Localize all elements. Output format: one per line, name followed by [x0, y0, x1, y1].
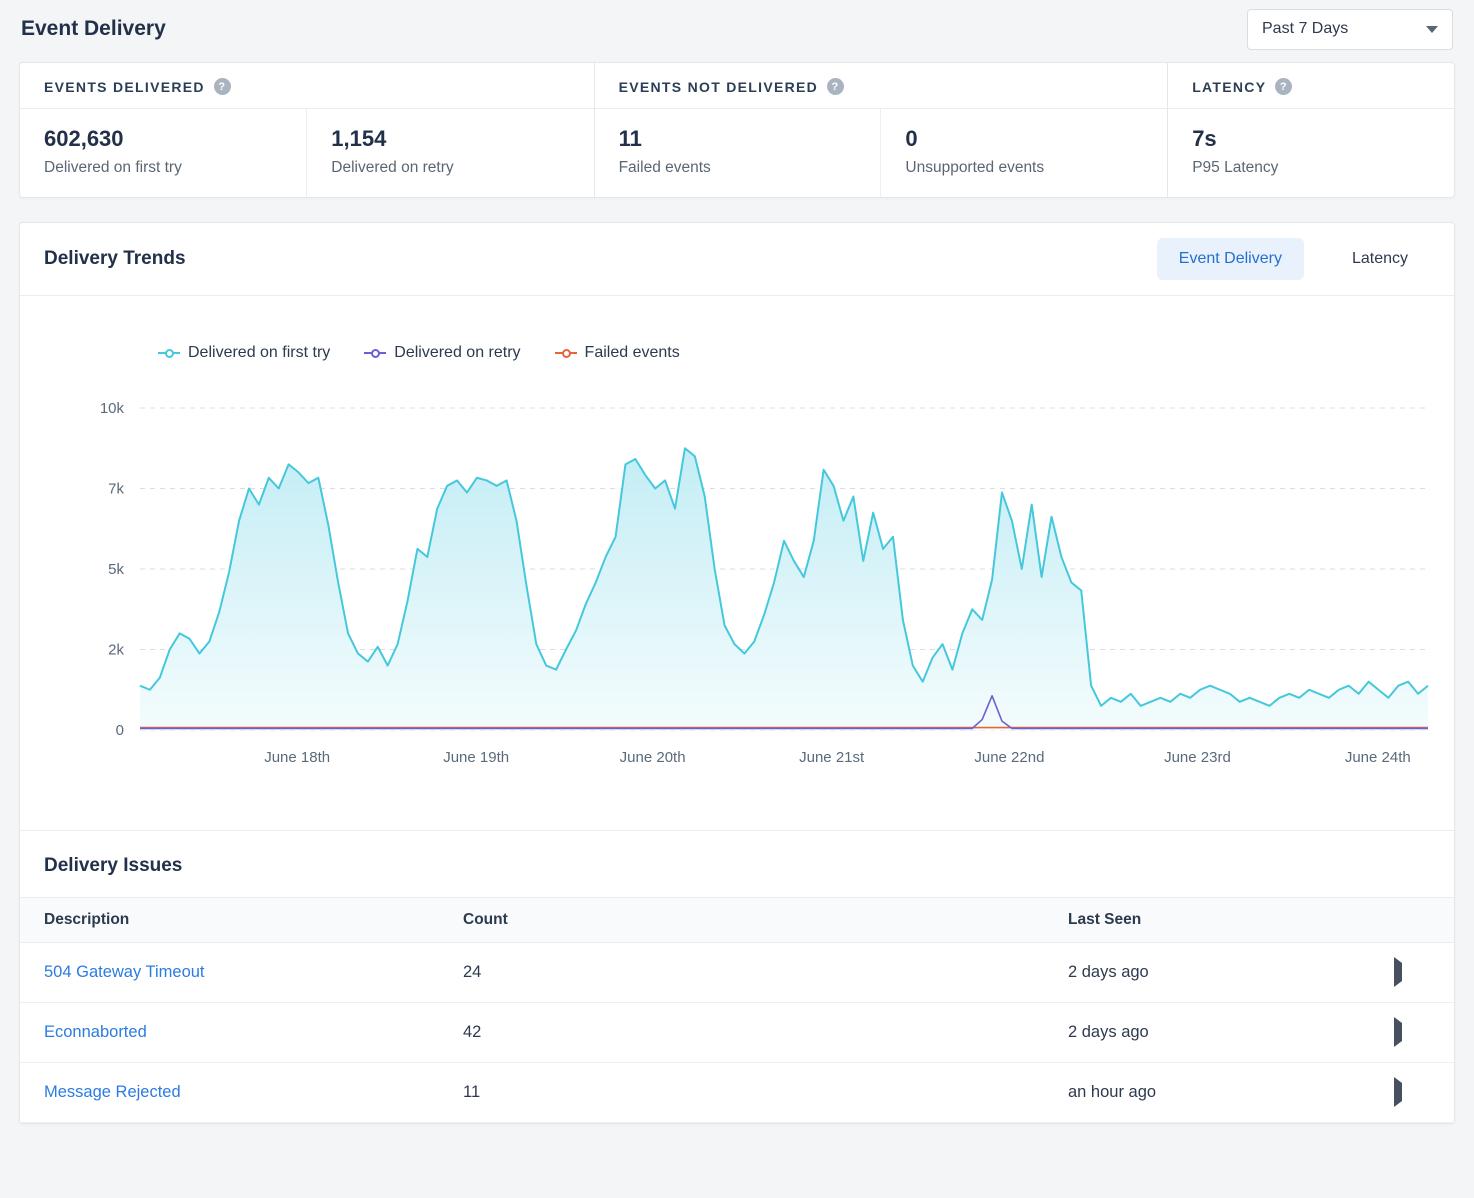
- legend-marker-icon: [158, 348, 180, 358]
- column-header-count: Count: [463, 911, 1068, 929]
- metric-label: Delivered on first try: [44, 159, 282, 177]
- section-head: LATENCY ?: [1168, 63, 1454, 109]
- legend-marker-icon: [364, 348, 386, 358]
- table-row[interactable]: Message Rejected 11 an hour ago: [20, 1063, 1454, 1123]
- time-range-select[interactable]: Past 7 Days: [1247, 9, 1453, 50]
- table-row[interactable]: 504 Gateway Timeout 24 2 days ago: [20, 943, 1454, 1003]
- metric-delivered-first-try: 602,630 Delivered on first try: [20, 109, 306, 197]
- svg-text:7k: 7k: [108, 481, 124, 498]
- issues-title: Delivery Issues: [20, 855, 1454, 897]
- svg-text:2k: 2k: [108, 642, 124, 659]
- legend-item[interactable]: Failed events: [555, 344, 680, 362]
- issue-count: 42: [463, 1023, 1068, 1042]
- metric-value: 11: [619, 126, 857, 152]
- section-body: 11 Failed events 0 Unsupported events: [595, 109, 1168, 197]
- section-label: EVENTS NOT DELIVERED: [619, 79, 818, 95]
- legend-label: Failed events: [585, 344, 680, 362]
- svg-text:5k: 5k: [108, 561, 124, 578]
- chevron-right-icon[interactable]: [1394, 1017, 1402, 1047]
- help-icon[interactable]: ?: [214, 78, 231, 95]
- delivery-issues-section: Delivery Issues Description Count Last S…: [20, 830, 1454, 1123]
- help-icon[interactable]: ?: [1275, 78, 1292, 95]
- svg-text:June 20th: June 20th: [620, 749, 686, 766]
- stats-section-events-delivered: EVENTS DELIVERED ? 602,630 Delivered on …: [20, 63, 594, 197]
- svg-text:June 22nd: June 22nd: [974, 749, 1044, 766]
- issue-count: 11: [463, 1083, 1068, 1102]
- metric-label: Unsupported events: [905, 159, 1143, 177]
- chevron-right-icon[interactable]: [1394, 1077, 1402, 1107]
- svg-text:June 24th: June 24th: [1345, 749, 1411, 766]
- chart-block: Delivered on first try Delivered on retr…: [20, 296, 1454, 830]
- delivery-trends-card: Delivery Trends Event Delivery Latency D…: [19, 222, 1455, 1124]
- svg-text:June 23rd: June 23rd: [1164, 749, 1231, 766]
- section-label: LATENCY: [1192, 79, 1266, 95]
- section-body: 7s P95 Latency: [1168, 109, 1454, 197]
- page-title: Event Delivery: [21, 17, 166, 41]
- chevron-down-icon: [1426, 26, 1438, 33]
- svg-text:0: 0: [116, 722, 124, 739]
- time-range-value: Past 7 Days: [1262, 20, 1348, 38]
- svg-text:June 21st: June 21st: [799, 749, 865, 766]
- metric-value: 7s: [1192, 126, 1430, 152]
- trends-tabs: Event Delivery Latency: [1157, 238, 1430, 280]
- metric-value: 602,630: [44, 126, 282, 152]
- legend-item[interactable]: Delivered on first try: [158, 344, 330, 362]
- stats-card: EVENTS DELIVERED ? 602,630 Delivered on …: [19, 62, 1455, 198]
- event-delivery-page: Event Delivery Past 7 Days EVENTS DELIVE…: [0, 0, 1474, 1124]
- metric-value: 1,154: [331, 126, 569, 152]
- legend-item[interactable]: Delivered on retry: [364, 344, 520, 362]
- issue-last-seen: 2 days ago: [1068, 1023, 1394, 1042]
- metric-label: P95 Latency: [1192, 159, 1430, 177]
- legend-label: Delivered on first try: [188, 344, 330, 362]
- issue-link[interactable]: Econnaborted: [44, 1023, 147, 1041]
- metric-p95-latency: 7s P95 Latency: [1168, 109, 1454, 197]
- tab-latency[interactable]: Latency: [1330, 238, 1430, 280]
- help-icon[interactable]: ?: [827, 78, 844, 95]
- table-row[interactable]: Econnaborted 42 2 days ago: [20, 1003, 1454, 1063]
- section-head: EVENTS DELIVERED ?: [20, 63, 594, 109]
- section-head: EVENTS NOT DELIVERED ?: [595, 63, 1168, 109]
- svg-text:June 18th: June 18th: [264, 749, 330, 766]
- chevron-right-icon[interactable]: [1394, 957, 1402, 987]
- issue-link[interactable]: 504 Gateway Timeout: [44, 963, 205, 981]
- svg-text:10k: 10k: [100, 400, 125, 417]
- legend-marker-icon: [555, 348, 577, 358]
- issue-link[interactable]: Message Rejected: [44, 1083, 181, 1101]
- svg-text:June 19th: June 19th: [443, 749, 509, 766]
- trends-header: Delivery Trends Event Delivery Latency: [20, 223, 1454, 296]
- metric-label: Delivered on retry: [331, 159, 569, 177]
- issues-table-header: Description Count Last Seen: [20, 897, 1454, 943]
- issue-count: 24: [463, 963, 1068, 982]
- section-body: 602,630 Delivered on first try 1,154 Del…: [20, 109, 594, 197]
- metric-value: 0: [905, 126, 1143, 152]
- metric-failed-events: 11 Failed events: [595, 109, 881, 197]
- column-header-description: Description: [20, 911, 463, 929]
- stats-section-events-not-delivered: EVENTS NOT DELIVERED ? 11 Failed events …: [594, 63, 1168, 197]
- metric-delivered-retry: 1,154 Delivered on retry: [306, 109, 593, 197]
- issue-last-seen: an hour ago: [1068, 1083, 1394, 1102]
- metric-unsupported-events: 0 Unsupported events: [880, 109, 1167, 197]
- stats-section-latency: LATENCY ? 7s P95 Latency: [1167, 63, 1454, 197]
- chart-legend: Delivered on first try Delivered on retr…: [20, 344, 1454, 362]
- tab-event-delivery[interactable]: Event Delivery: [1157, 238, 1304, 280]
- trends-title: Delivery Trends: [44, 248, 186, 270]
- legend-label: Delivered on retry: [394, 344, 520, 362]
- top-bar: Event Delivery Past 7 Days: [19, 0, 1455, 62]
- metric-label: Failed events: [619, 159, 857, 177]
- issue-last-seen: 2 days ago: [1068, 963, 1394, 982]
- section-label: EVENTS DELIVERED: [44, 79, 205, 95]
- column-header-last-seen: Last Seen: [1068, 911, 1394, 929]
- delivery-trends-chart: 0 2k 5k 7k 10k June 18th June 19th June 20th Jun…: [20, 380, 1454, 772]
